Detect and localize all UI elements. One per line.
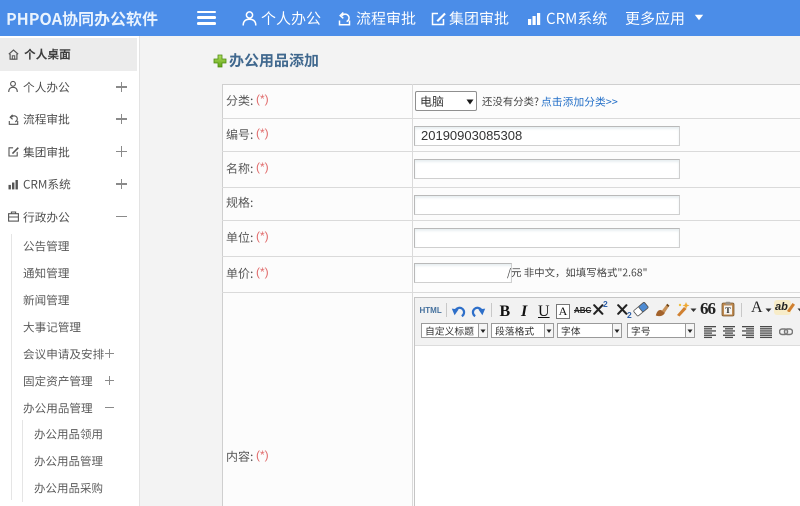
svg-text:T: T bbox=[725, 305, 731, 315]
